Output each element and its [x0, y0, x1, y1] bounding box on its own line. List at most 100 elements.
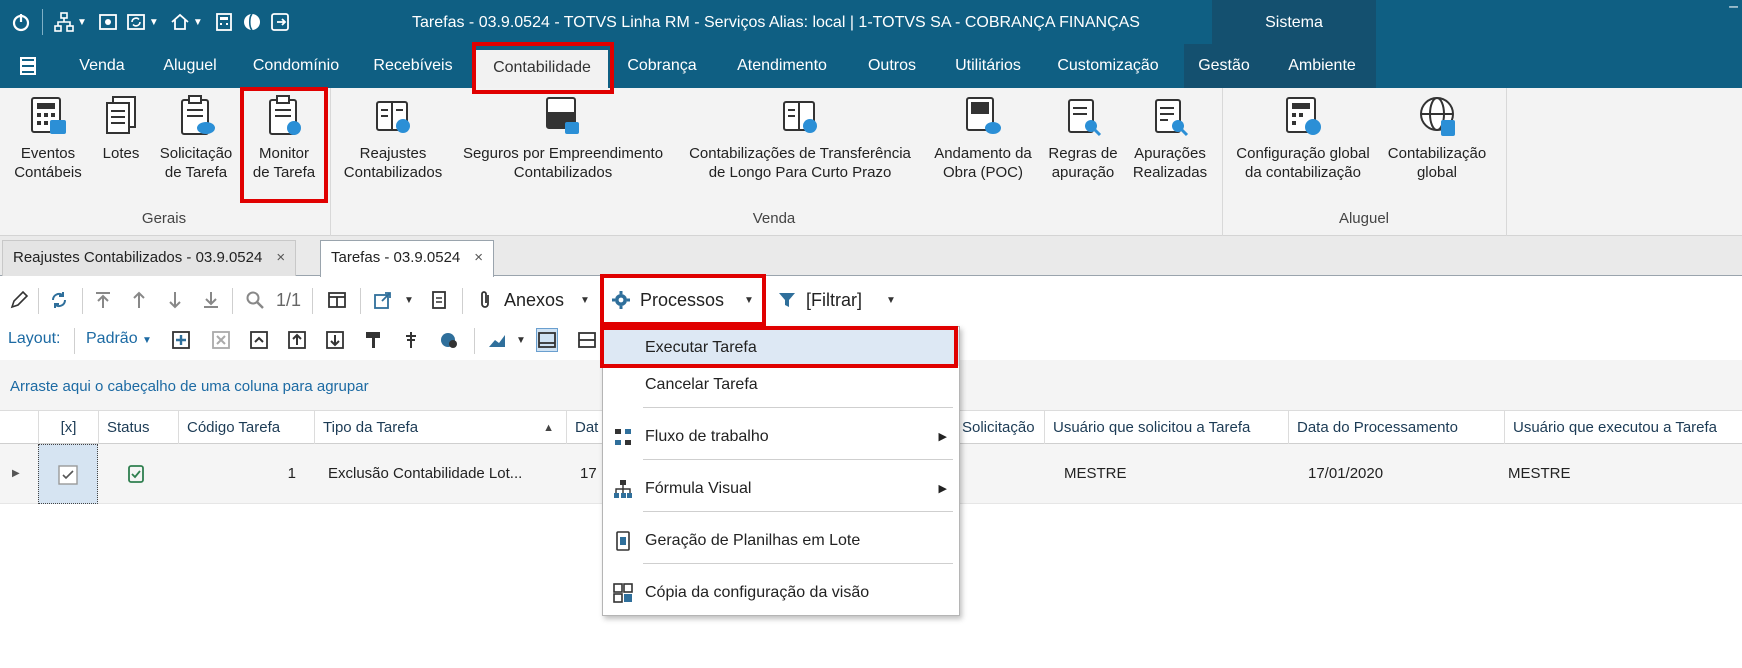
menu-item-executar-tarefa[interactable]: Executar Tarefa — [603, 330, 959, 366]
filter-icon[interactable] — [776, 288, 798, 312]
last-record-icon[interactable] — [200, 288, 222, 312]
preview-pane-icon[interactable] — [536, 328, 558, 352]
seguros-empreendimento-button[interactable]: Seguros por Empreendimento Contabilizado… — [454, 94, 672, 182]
chevron-down-icon[interactable]: ▼ — [142, 335, 152, 346]
close-icon[interactable]: × — [276, 249, 285, 266]
tab-reajustes-contabilizados[interactable]: Reajustes Contabilizados - 03.9.0524 × — [2, 240, 297, 276]
layout-select[interactable]: Padrão ▼ — [86, 330, 152, 348]
menu-gestao[interactable]: Gestão — [1192, 44, 1256, 88]
reajustes-contabilizados-button[interactable]: Reajustes Contabilizados — [338, 94, 448, 182]
home-icon[interactable] — [169, 11, 191, 33]
chevron-down-icon[interactable]: ▼ — [738, 288, 760, 312]
download-layout-icon[interactable] — [324, 328, 346, 352]
menu-item-formula-visual[interactable]: Fórmula Visual ▶ — [603, 471, 959, 507]
add-layout-icon[interactable] — [170, 328, 192, 352]
checkbox-checked-icon[interactable] — [58, 465, 78, 485]
export-icon[interactable] — [372, 288, 394, 312]
chevron-down-icon[interactable]: ▼ — [880, 288, 902, 312]
first-record-icon[interactable] — [92, 288, 114, 312]
network-icon[interactable] — [53, 11, 75, 33]
processos-button[interactable]: Processos — [640, 290, 724, 311]
paint-format-icon[interactable] — [362, 328, 384, 352]
ledger-lock-icon — [546, 97, 579, 134]
save-layout-icon[interactable] — [248, 328, 270, 352]
search-icon[interactable] — [244, 288, 266, 312]
solicitacao-tarefa-button[interactable]: Solicitação de Tarefa — [154, 94, 238, 182]
menu-item-fluxo-trabalho[interactable]: Fluxo de trabalho ▶ — [603, 419, 959, 455]
chart-icon[interactable] — [486, 328, 508, 352]
column-header-data-processamento[interactable]: Data do Processamento — [1288, 411, 1504, 445]
contabilizacao-global-button[interactable]: Contabilização global — [1382, 94, 1492, 182]
doc-gauge-icon — [966, 97, 1001, 134]
menu-utilitarios[interactable]: Utilitários — [948, 44, 1028, 88]
column-header-usuario-executou[interactable]: Usuário que executou a Tarefa — [1504, 411, 1742, 445]
chevron-down-icon[interactable]: ▼ — [193, 17, 203, 28]
contabilizacoes-transferencia-button[interactable]: Contabilizações de Transferência de Long… — [678, 94, 922, 182]
filtrar-button[interactable]: [Filtrar] — [806, 290, 862, 311]
menu-item-geracao-planilhas[interactable]: Geração de Planilhas em Lote — [603, 523, 959, 559]
column-header-tipo[interactable]: Tipo da Tarefa ▲ — [314, 411, 566, 445]
delete-layout-icon[interactable] — [210, 328, 232, 352]
globe-icon[interactable] — [241, 11, 263, 33]
next-record-icon[interactable] — [164, 288, 186, 312]
tab-sistema[interactable]: Sistema — [1212, 0, 1376, 44]
menu-cobranca[interactable]: Cobrança — [620, 44, 704, 88]
paperclip-icon[interactable] — [474, 288, 496, 312]
refresh-icon[interactable] — [48, 288, 70, 312]
configuracao-global-button[interactable]: Configuração global da contabilização — [1228, 94, 1378, 182]
color-icon[interactable] — [438, 328, 460, 352]
clipboard-monitor-icon — [269, 95, 301, 135]
view-icon[interactable] — [97, 11, 119, 33]
chevron-down-icon[interactable]: ▼ — [77, 17, 87, 28]
lotes-button[interactable]: Lotes — [96, 94, 146, 163]
column-header-status[interactable]: Status — [98, 411, 178, 445]
menu-item-cancelar-tarefa[interactable]: Cancelar Tarefa — [603, 367, 959, 403]
split-pane-icon[interactable] — [576, 328, 598, 352]
app-menu-icon[interactable] — [10, 44, 46, 88]
column-header-select[interactable]: [x] — [38, 411, 98, 445]
ribbon-group-gerais: Gerais — [141, 210, 187, 227]
menu-atendimento[interactable]: Atendimento — [730, 44, 834, 88]
exit-icon[interactable] — [269, 11, 291, 33]
tab-tarefas[interactable]: Tarefas - 03.9.0524 × — [320, 240, 495, 277]
menu-outros[interactable]: Outros — [860, 44, 924, 88]
menu-item-copia-configuracao[interactable]: Cópia da configuração da visão — [603, 575, 959, 611]
report-icon[interactable] — [428, 288, 450, 312]
close-icon[interactable]: × — [474, 249, 483, 266]
column-header-usuario-solicitou[interactable]: Usuário que solicitou a Tarefa — [1044, 411, 1288, 445]
monitor-tarefa-button[interactable]: Monitor de Tarefa — [244, 94, 324, 182]
ledger-clock-icon — [783, 101, 817, 133]
column-header-codigo[interactable]: Código Tarefa — [178, 411, 314, 445]
menu-condominio[interactable]: Condomínio — [250, 44, 342, 88]
menu-customizacao[interactable]: Customização — [1054, 44, 1162, 88]
menu-aluguel[interactable]: Aluguel — [154, 44, 226, 88]
row-select-cell[interactable] — [38, 444, 98, 504]
chevron-down-icon[interactable]: ▼ — [574, 288, 596, 312]
ribbon-group-venda: Venda — [752, 210, 796, 227]
menu-recebiveis[interactable]: Recebíveis — [368, 44, 458, 88]
eventos-contabeis-button[interactable]: Eventos Contábeis — [6, 94, 90, 182]
calculator-doc-icon — [31, 97, 66, 134]
apuracoes-realizadas-button[interactable]: Apurações Realizadas — [1128, 94, 1212, 182]
regras-apuracao-button[interactable]: Regras de apuração — [1042, 94, 1124, 182]
menu-venda[interactable]: Venda — [72, 44, 132, 88]
calculator-icon[interactable] — [213, 11, 235, 33]
row-expand-icon[interactable]: ▶ — [12, 444, 32, 504]
menu-contabilidade[interactable]: Contabilidade — [476, 50, 608, 88]
anexos-button[interactable]: Anexos — [504, 290, 564, 311]
chevron-down-icon[interactable]: ▼ — [149, 17, 159, 28]
upload-layout-icon[interactable] — [286, 328, 308, 352]
column-header-solicitacao[interactable]: Solicitação — [954, 411, 1044, 445]
pin-icon[interactable] — [400, 328, 422, 352]
previous-record-icon[interactable] — [128, 288, 150, 312]
minimize-button[interactable]: – — [1729, 0, 1738, 16]
chevron-down-icon[interactable]: ▼ — [398, 288, 420, 312]
columns-icon[interactable] — [326, 288, 348, 312]
menu-ambiente[interactable]: Ambiente — [1282, 44, 1362, 88]
gear-icon[interactable] — [610, 288, 632, 312]
power-icon[interactable] — [10, 11, 32, 33]
andamento-obra-button[interactable]: Andamento da Obra (POC) — [928, 94, 1038, 182]
refresh-window-icon[interactable] — [125, 11, 147, 33]
chevron-down-icon[interactable]: ▼ — [510, 328, 532, 352]
edit-icon[interactable] — [8, 288, 30, 312]
